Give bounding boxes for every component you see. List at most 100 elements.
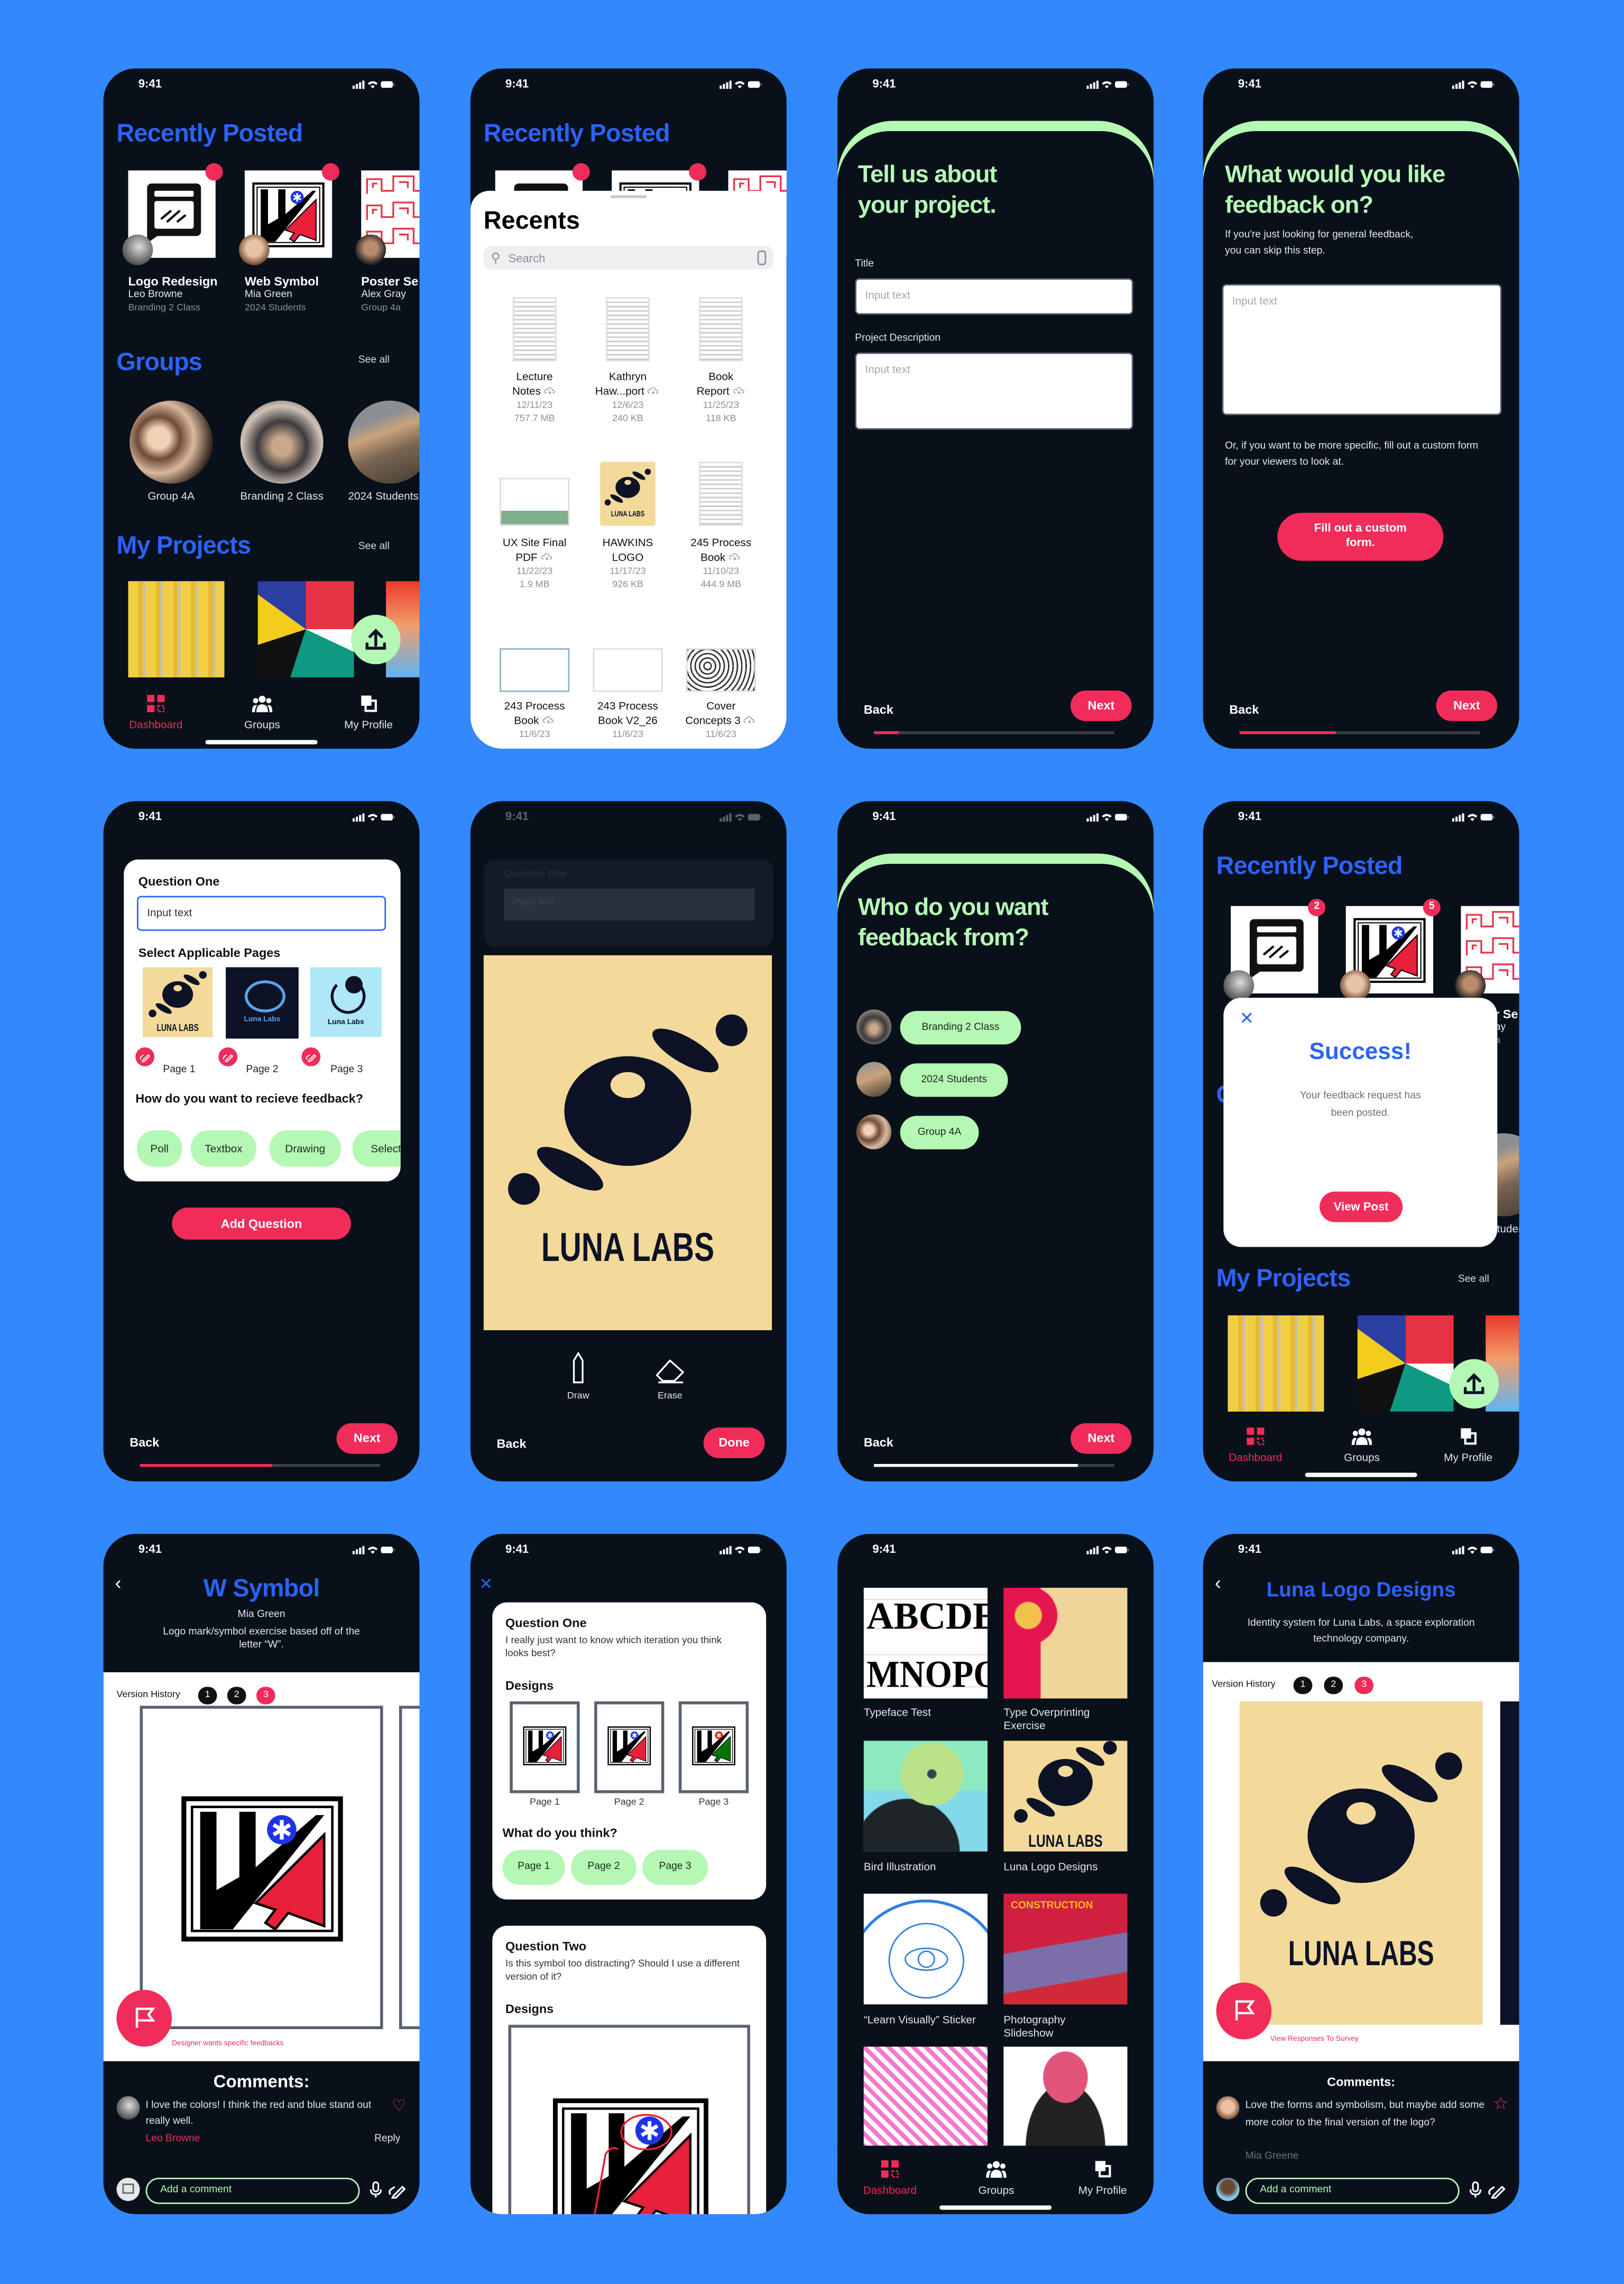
page-thumb[interactable]: LUNA LABS [143,967,213,1037]
page-thumb[interactable]: Luna Labs [310,967,382,1037]
group-photo[interactable] [130,400,213,484]
gallery-item[interactable] [1003,1588,1128,1699]
comment-author[interactable]: Mia Greene [1245,2151,1299,2161]
file-item[interactable]: Book Report 11/25/23 118 KB [675,297,768,424]
avatar[interactable] [1223,970,1254,1001]
next-button[interactable]: Next [1071,1423,1132,1454]
search-input[interactable]: ⚲ Search [483,246,774,270]
view-post-button[interactable]: View Post [1320,1191,1403,1222]
next-button[interactable]: Next [1436,690,1498,721]
file-item[interactable]: 245 Process Book 11/10/23 444.9 MB [675,462,768,590]
answer-option[interactable]: Page 2 [571,1850,637,1885]
file-item[interactable]: Kathryn Haw...port 12/6/23 240 KB [581,297,674,424]
version-button-active[interactable]: 3 [1354,1677,1374,1694]
gallery-item[interactable]: ABCDE MNOPQ [863,1588,988,1699]
back-button[interactable]: Back [130,1435,159,1450]
microphone-icon[interactable] [1465,2179,1486,2200]
microphone-icon[interactable] [757,250,767,265]
cloud-download-icon[interactable] [542,715,555,724]
reply-button[interactable]: Reply [374,2134,400,2144]
group-option[interactable]: 2024 Students [900,1063,1008,1097]
option-drawing[interactable]: Drawing [269,1130,341,1167]
back-button[interactable]: Back [864,702,893,717]
done-button[interactable]: Done [703,1428,765,1458]
tab-dashboard[interactable]: Dashboard [112,695,199,731]
version-button-active[interactable]: 3 [256,1687,275,1705]
heart-icon[interactable]: ♡ [392,2096,406,2115]
close-icon[interactable]: ✕ [479,1574,492,1594]
gallery-item[interactable] [863,2047,988,2149]
edit-page-button[interactable] [135,1047,155,1066]
gallery-item[interactable] [1003,2047,1128,2149]
avatar[interactable] [122,234,153,265]
back-button[interactable]: Back [497,1436,527,1451]
file-item[interactable]: 243 Process Book V2_26 11/6/23 [581,648,674,740]
groups-see-all-link[interactable]: See all [358,355,390,365]
upload-button[interactable] [1449,1359,1499,1409]
question-input[interactable]: Input text [136,896,386,931]
edit-page-button[interactable] [218,1047,238,1066]
project-thumb[interactable] [1228,1315,1324,1412]
upload-button[interactable] [351,614,401,665]
version-button[interactable]: 1 [198,1687,217,1705]
design-frame[interactable] [140,1706,383,2029]
tab-groups[interactable]: Groups [218,695,306,731]
cloud-download-icon[interactable] [540,552,553,561]
cloud-download-icon[interactable] [732,386,745,395]
design-option[interactable] [678,1701,749,1793]
cloud-download-icon[interactable] [728,552,742,561]
next-version-preview[interactable] [1500,1701,1519,2025]
version-button[interactable]: 1 [1293,1677,1313,1694]
option-select[interactable]: Select [352,1130,401,1167]
flag-button[interactable] [116,1990,172,2047]
gallery-item[interactable] [863,1740,988,1852]
tab-my-profile[interactable]: My Profile [325,695,412,731]
gallery-item[interactable]: LUNA LABS [1003,1740,1128,1852]
comment-author[interactable]: Leo Browne [146,2134,200,2144]
add-comment-input[interactable]: Add a comment [145,2178,360,2204]
group-option[interactable]: Group 4A [900,1116,979,1149]
sheet-grabber[interactable] [610,195,647,198]
close-icon[interactable]: ✕ [1240,1008,1254,1029]
answer-option[interactable]: Page 1 [502,1850,566,1885]
cloud-download-icon[interactable] [743,715,756,724]
design-option[interactable] [510,1701,580,1793]
page-thumb[interactable]: Luna Labs [226,967,299,1039]
add-question-button[interactable]: Add Question [172,1208,352,1240]
tab-dashboard[interactable]: Dashboard [846,2160,934,2197]
custom-form-button[interactable]: Fill out a custom form. [1277,512,1444,561]
back-button[interactable]: Back [1229,702,1259,717]
file-item[interactable]: LUNA LABS HAWKINS LOGO 11/17/23 926 KB [581,462,674,590]
project-thumb[interactable] [257,581,354,678]
version-button[interactable]: 2 [227,1687,246,1705]
cloud-download-icon[interactable] [647,386,660,395]
title-input[interactable]: Input text [855,278,1133,315]
tab-my-profile[interactable]: My Profile [1059,2160,1146,2197]
design-option[interactable] [594,1701,665,1793]
design-drawing-frame[interactable] [508,2024,750,2214]
gallery-item[interactable]: CONSTRUCTION [1003,1893,1128,2005]
option-poll[interactable]: Poll [136,1130,182,1167]
group-photo[interactable] [240,400,324,484]
tab-groups[interactable]: Groups [953,2160,1040,2197]
description-input[interactable]: Input text [855,352,1133,430]
tab-my-profile[interactable]: My Profile [1425,1428,1512,1464]
group-option[interactable]: Branding 2 Class [900,1011,1021,1045]
star-icon[interactable]: ☆ [1493,2093,1509,2114]
project-thumb[interactable] [128,581,225,678]
projects-see-all-link[interactable]: See all [358,542,390,552]
add-comment-input[interactable]: Add a comment [1245,2178,1460,2204]
project-thumb[interactable] [1357,1315,1454,1412]
image-attach-button[interactable] [116,2178,140,2202]
microphone-icon[interactable] [366,2179,386,2200]
flag-button[interactable] [1216,1982,1272,2040]
avatar[interactable] [1455,970,1486,1001]
next-button[interactable]: Next [336,1423,398,1454]
tab-dashboard[interactable]: Dashboard [1212,1428,1299,1464]
avatar[interactable] [238,234,270,265]
drawing-canvas[interactable]: LUNA LABS [483,951,772,1334]
edit-page-button[interactable] [301,1047,321,1066]
back-button[interactable]: Back [864,1435,893,1450]
draw-tool[interactable]: Draw [562,1351,595,1402]
avatar[interactable] [355,234,386,265]
